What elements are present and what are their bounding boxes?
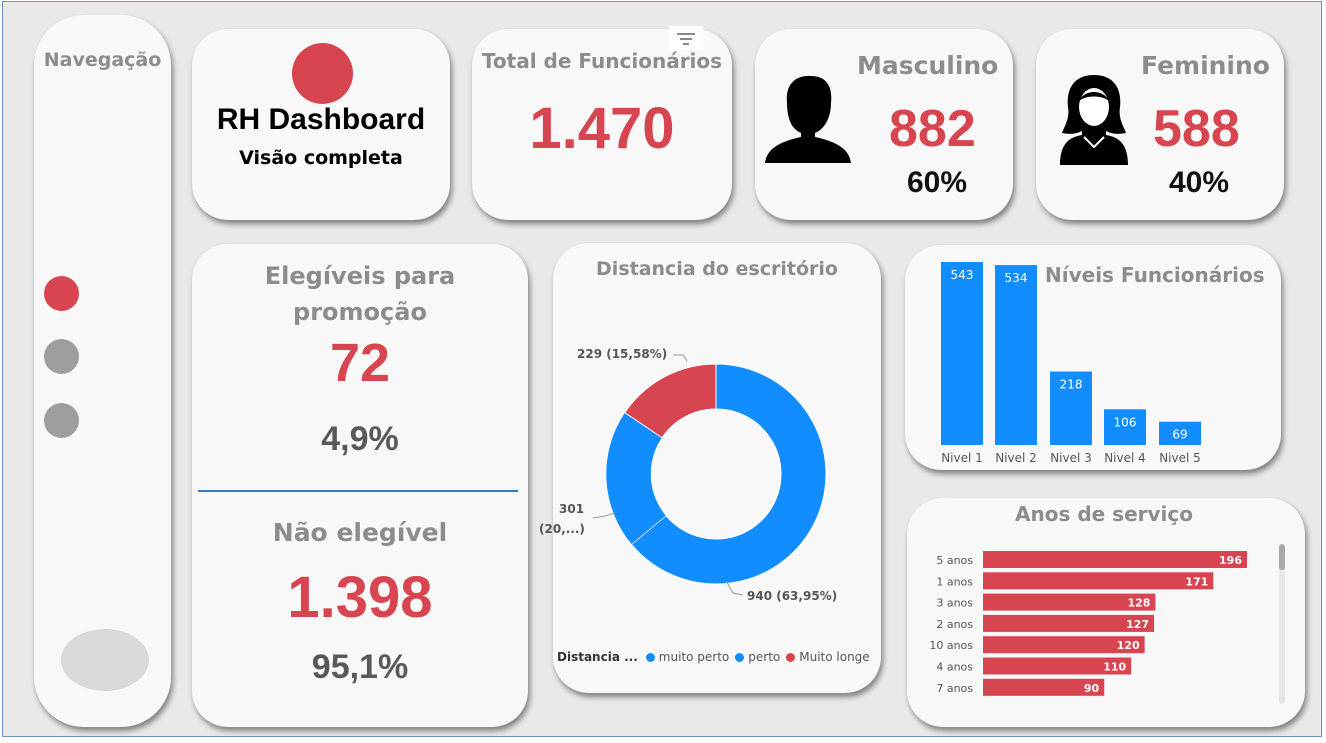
level-bar-value-4: 106 — [1114, 415, 1137, 429]
service-bar-value-3: 128 — [1127, 597, 1150, 610]
female-value: 588 — [1153, 100, 1240, 158]
service-category-label-4: 2 anos — [936, 618, 973, 631]
brand-logo-icon — [292, 43, 353, 104]
level-category-label-1: Nivel 1 — [941, 451, 983, 465]
filter-icon — [677, 33, 695, 45]
male-title: Masculino — [857, 51, 999, 80]
donut-slices — [605, 363, 827, 585]
eligible-value: 72 — [329, 333, 391, 393]
distance-legend: Distancia ... muito perto perto Muito lo… — [557, 650, 870, 664]
nav-page-1-button[interactable] — [44, 276, 79, 311]
male-value: 882 — [889, 100, 976, 158]
legend-muito-longe[interactable]: Muito longe — [799, 650, 869, 664]
female-title: Feminino — [1141, 51, 1270, 80]
level-category-label-4: Nivel 4 — [1104, 451, 1146, 465]
total-employees-title: Total de Funcionários — [481, 49, 723, 73]
navigation-panel: Navegação — [34, 15, 171, 727]
legend-dot-muito-longe — [786, 652, 796, 662]
brand-title: RH Dashboard — [216, 103, 426, 136]
service-bar-value-1: 196 — [1219, 554, 1242, 567]
navigation-title: Navegação — [43, 49, 162, 71]
female-percent: 40% — [1169, 166, 1230, 199]
legend-dot-perto — [735, 652, 745, 662]
brand-subtitle: Visão completa — [239, 147, 403, 169]
legend-perto[interactable]: perto — [748, 650, 780, 664]
donut-label-muito-longe: 229 (15,58%) — [577, 347, 668, 361]
not-eligible-value: 1.398 — [287, 565, 433, 630]
male-person-icon — [765, 75, 851, 163]
level-bar-value-1: 543 — [951, 268, 974, 282]
donut-label-perto-2: (20,...) — [539, 522, 585, 536]
service-category-label-7: 7 anos — [936, 682, 973, 695]
level-category-label-5: Nivel 5 — [1159, 451, 1201, 465]
level-category-label-2: Nivel 2 — [995, 451, 1037, 465]
service-bar-value-6: 110 — [1103, 661, 1126, 674]
level-bar-value-2: 534 — [1005, 271, 1028, 285]
total-employees-value: 1.470 — [529, 96, 675, 161]
nav-page-2-button[interactable] — [44, 339, 79, 374]
report-canvas: Navegação RH Dashboard Visão completa To… — [2, 1, 1322, 737]
distance-card: Distancia do escritório 229 (15,58%) 301… — [539, 243, 881, 693]
level-bar-2[interactable] — [995, 265, 1037, 445]
eligible-percent: 4,9% — [321, 420, 399, 458]
service-years-card: Anos de serviço 5 anos 196 1 anos 171 3 anos… — [907, 498, 1305, 727]
nav-page-3-button[interactable] — [44, 403, 79, 438]
levels-card: Níveis Funcionários 543 Nivel 1 534 Nivel 2… — [905, 245, 1281, 470]
nav-home-button[interactable] — [61, 629, 149, 691]
service-category-label-3: 3 anos — [936, 597, 973, 610]
levels-bar-chart: 543 Nivel 1 534 Nivel 2 218 Nivel 3 106 Nivel 4… — [941, 262, 1201, 465]
service-bar-value-4: 127 — [1126, 618, 1149, 631]
legend-muito-perto[interactable]: muito perto — [659, 650, 729, 664]
service-bar-value-5: 120 — [1117, 639, 1140, 652]
brand-card: RH Dashboard Visão completa — [192, 29, 450, 220]
service-category-label-6: 4 anos — [936, 661, 973, 674]
level-bar-1[interactable] — [941, 262, 983, 445]
filter-button[interactable] — [669, 26, 703, 50]
female-person-icon — [1060, 75, 1128, 165]
male-card: Masculino 882 60% — [755, 29, 1013, 220]
male-percent: 60% — [907, 166, 968, 199]
legend-title: Distancia ... — [557, 650, 638, 664]
donut-label-muito-perto: 940 (63,95%) — [747, 589, 838, 603]
donut-label-perto-1: 301 — [559, 502, 585, 516]
service-category-label-5: 10 anos — [929, 639, 973, 652]
distance-donut-chart — [592, 354, 827, 596]
promotion-card: Elegíveis para promoção 72 4,9% Não eleg… — [192, 244, 528, 727]
service-bar-value-7: 90 — [1084, 682, 1100, 695]
eligible-title-line2: promoção — [293, 298, 427, 326]
female-card: Feminino 588 40% — [1036, 29, 1284, 220]
service-years-bar-chart: 5 anos 196 1 anos 171 3 anos 128 2 anos 127 10 a… — [929, 551, 1247, 696]
level-bar-value-3: 218 — [1060, 378, 1083, 392]
divider — [198, 490, 518, 492]
service-bar-1[interactable] — [983, 551, 1247, 568]
eligible-title-line1: Elegíveis para — [264, 262, 456, 290]
service-bar-2[interactable] — [983, 572, 1214, 590]
legend-dot-muito-perto — [645, 652, 655, 662]
level-bar-value-5: 69 — [1172, 428, 1187, 442]
total-employees-card: Total de Funcionários 1.470 — [472, 26, 732, 220]
not-eligible-percent: 95,1% — [311, 648, 409, 686]
level-category-label-3: Nivel 3 — [1050, 451, 1092, 465]
scrollbar-thumb[interactable] — [1279, 544, 1285, 570]
not-eligible-title: Não elegível — [272, 518, 448, 547]
service-category-label-2: 1 anos — [936, 575, 973, 588]
scrollbar-track[interactable] — [1279, 544, 1285, 704]
service-bar-value-2: 171 — [1185, 575, 1208, 588]
service-category-label-1: 5 anos — [936, 554, 973, 567]
